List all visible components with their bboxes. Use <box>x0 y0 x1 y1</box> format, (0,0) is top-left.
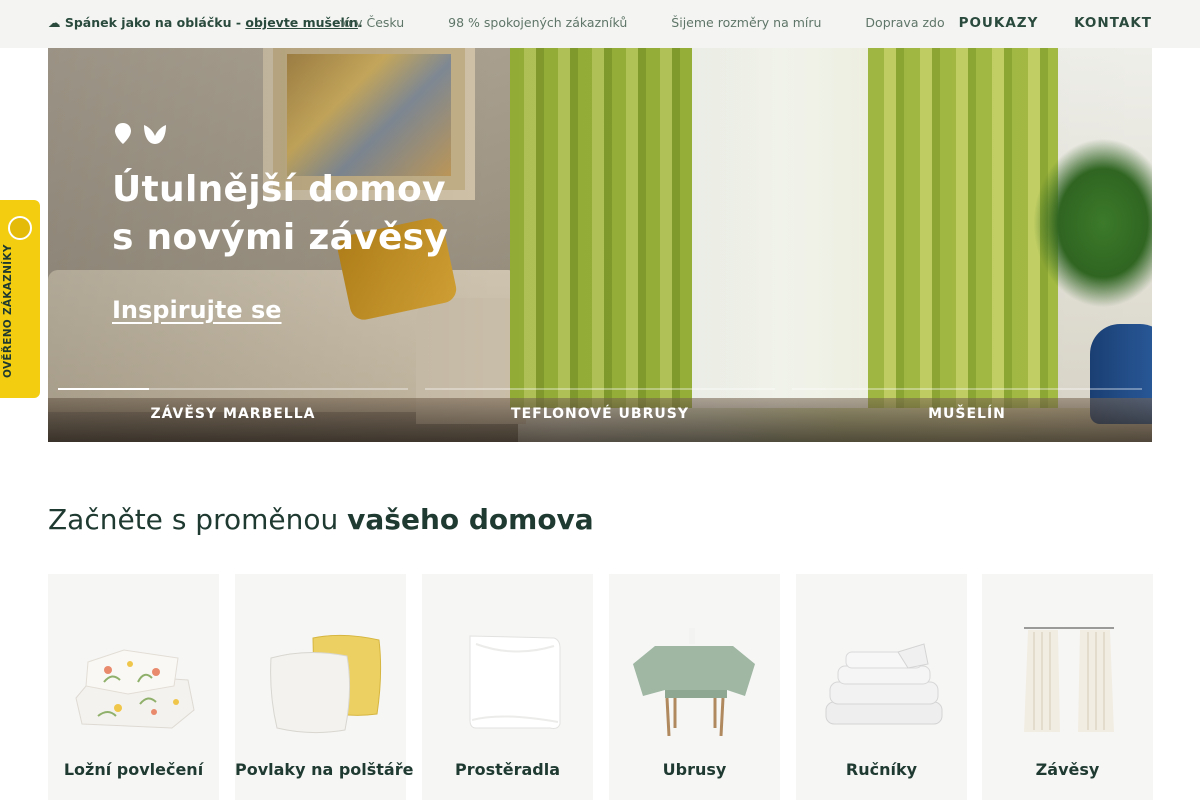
hero-title-line: Útulnější domov <box>112 169 446 210</box>
ticker-item: ubeno v Česku <box>340 15 405 30</box>
category-label: Závěsy <box>1035 760 1100 779</box>
slide-progress-bar <box>425 388 775 390</box>
brand-logo-icon <box>115 123 166 144</box>
top-bar: ☁ Spánek jako na obláčku - objevte mušel… <box>0 0 1200 48</box>
slide-progress-bar <box>58 388 408 390</box>
nav-contact-link[interactable]: KONTAKT <box>1074 15 1152 31</box>
fitted-sheet-icon <box>469 635 561 729</box>
hero-banner[interactable]: Útulnější domov s novými závěsy Inspiruj… <box>48 48 1152 442</box>
category-label: Povlaky na polštáře <box>235 760 414 779</box>
usp-ticker: ubeno v Česku 98 % spokojených zákazníků… <box>340 0 972 48</box>
hero-slide-tabs: ZÁVĚSY MARBELLA TEFLONOVÉ UBRUSY MUŠELÍN <box>58 386 1142 442</box>
slide-tab-label: ZÁVĚSY MARBELLA <box>150 406 316 422</box>
section-title-bold: vašeho domova <box>347 503 594 536</box>
verified-by-customers-badge[interactable]: OVĚŘENO ZÁKAZNÍKY <box>0 200 40 398</box>
tablecloth-icon <box>633 628 755 736</box>
slide-tab-label: TEFLONOVÉ UBRUSY <box>511 406 689 422</box>
verified-seal-icon <box>8 216 32 240</box>
section-title-light: Začněte s proměnou <box>48 503 348 536</box>
promo-text: ☁ Spánek jako na obláčku - <box>48 15 246 30</box>
slide-tab-muslin[interactable]: MUŠELÍN <box>792 386 1142 442</box>
top-nav: POUKAZY KONTAKT <box>929 0 1152 48</box>
slide-tab-marbella[interactable]: ZÁVĚSY MARBELLA <box>58 386 408 442</box>
hero-title-line: s novými závěsy <box>112 217 449 258</box>
category-card-curtains[interactable]: Závěsy <box>982 574 1153 800</box>
section-title: Začněte s proměnou vašeho domova <box>48 503 594 536</box>
category-card-pillow-covers[interactable]: Povlaky na polštáře <box>235 574 414 800</box>
slide-tab-tablecloths[interactable]: TEFLONOVÉ UBRUSY <box>425 386 775 442</box>
slide-progress-fill <box>58 388 149 390</box>
slide-tab-label: MUŠELÍN <box>928 406 1006 422</box>
badge-label: OVĚŘENO ZÁKAZNÍKY <box>2 244 14 378</box>
category-card-bedding[interactable]: Ložní povlečení <box>48 574 219 800</box>
category-label: Ložní povlečení <box>63 760 204 779</box>
floral-bedding-icon <box>75 649 195 729</box>
category-card-sheets[interactable]: Prostěradla <box>422 574 593 800</box>
slide-progress-bar <box>792 388 1142 390</box>
hero-title: Útulnější domov s novými závěsy <box>112 166 532 262</box>
category-grid: Ložní povlečení Povlaky na polštáře Pros… <box>48 574 1153 800</box>
hero-inspire-link[interactable]: Inspirujte se <box>112 296 282 324</box>
curtains-icon <box>1024 627 1114 732</box>
ticker-item: 98 % spokojených zákazníků <box>448 15 628 30</box>
towels-icon <box>825 643 943 725</box>
category-label: Ubrusy <box>662 760 727 779</box>
ticker-item: Šijeme rozměry na míru <box>671 15 822 30</box>
nav-vouchers-link[interactable]: POUKAZY <box>959 15 1039 31</box>
promo-message: ☁ Spánek jako na obláčku - objevte mušel… <box>48 0 363 48</box>
category-card-towels[interactable]: Ručníky <box>796 574 967 800</box>
category-card-tablecloths[interactable]: Ubrusy <box>609 574 780 800</box>
category-label: Prostěradla <box>454 760 561 779</box>
category-label: Ručníky <box>845 760 918 779</box>
pillow-covers-icon <box>270 634 382 734</box>
